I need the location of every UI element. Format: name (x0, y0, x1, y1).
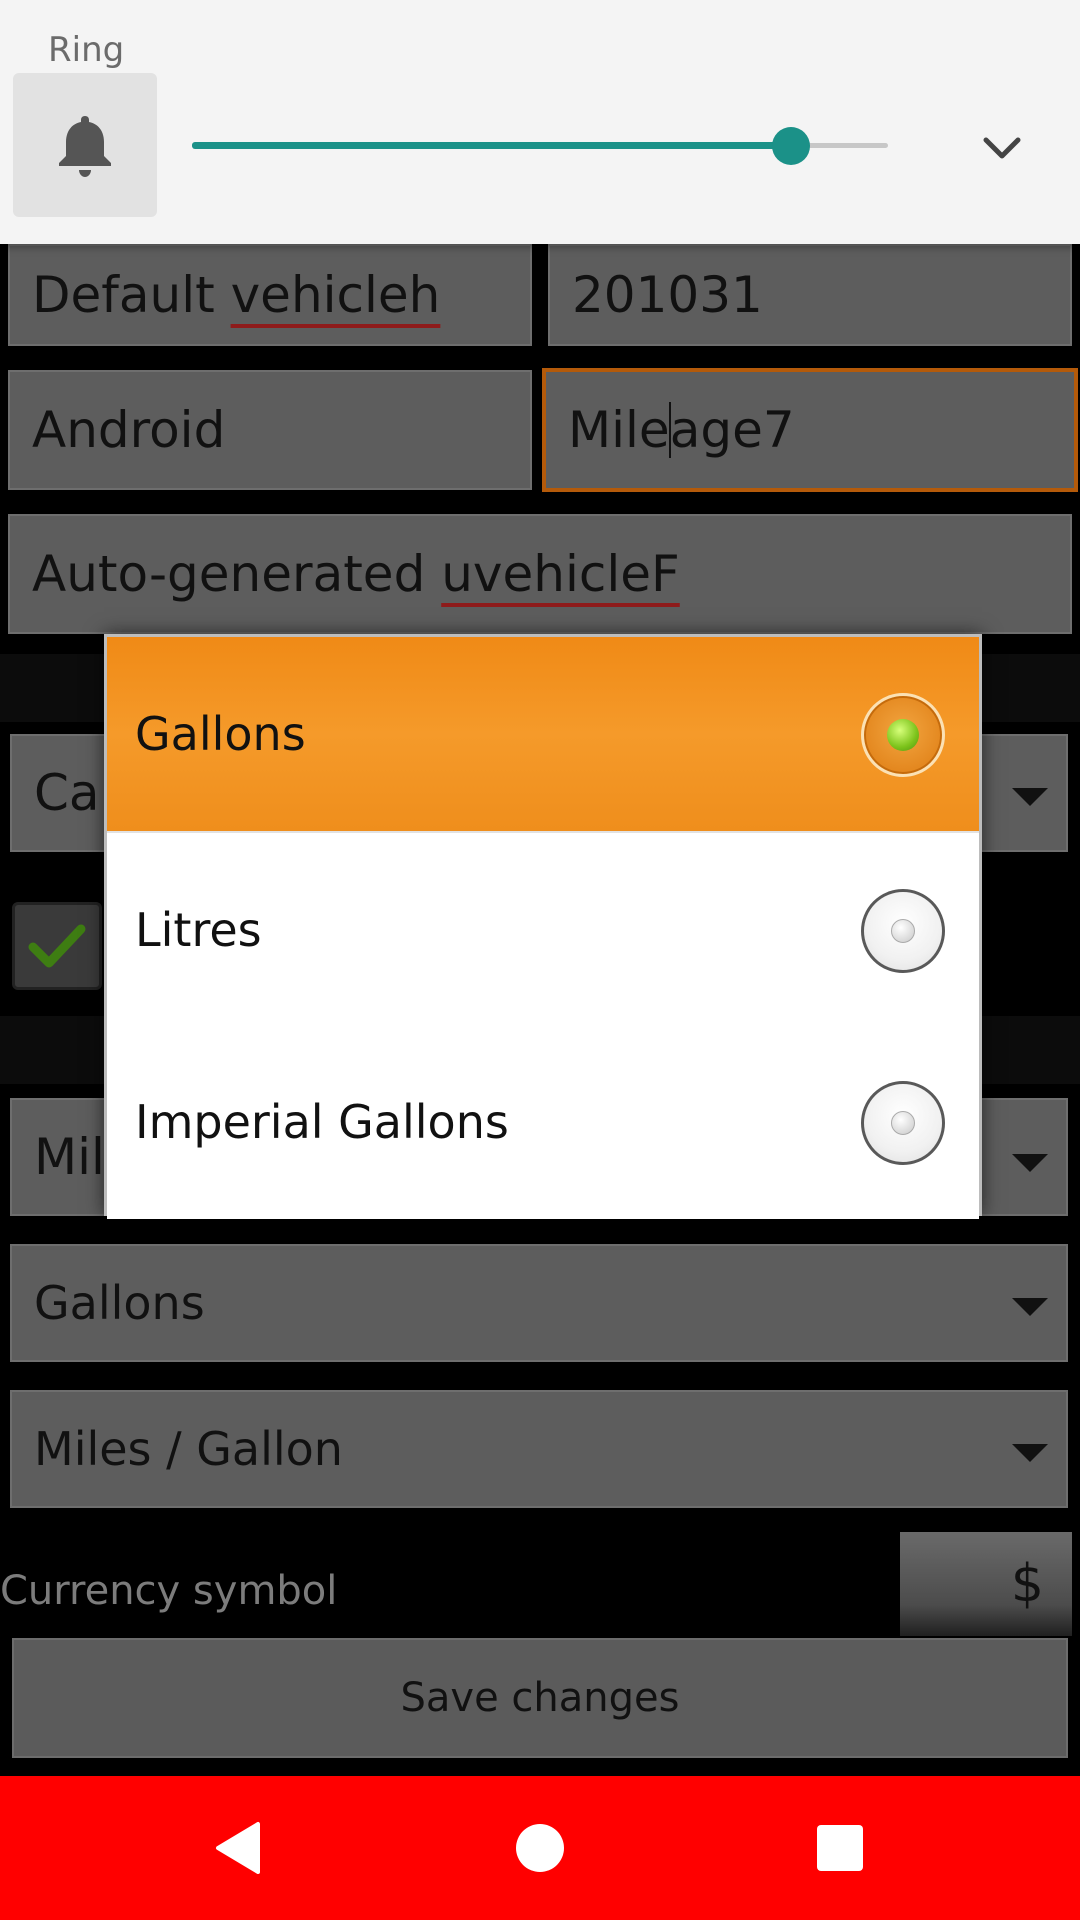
bell-icon (59, 116, 111, 177)
chevron-down-icon[interactable] (980, 128, 1024, 168)
recents-square-icon (817, 1825, 863, 1871)
ring-label: Ring (48, 30, 125, 70)
radio-dot (891, 919, 915, 943)
economy-unit-value: Miles / Gallon (34, 1422, 343, 1476)
make-value: Android (32, 401, 226, 459)
vehicle-name-field[interactable]: Default vehicleh (8, 244, 532, 346)
dropdown-arrow-icon (1012, 1444, 1048, 1462)
radio-dot (891, 1111, 915, 1135)
screen: Default vehicleh 201031 Android Mile age7… (0, 0, 1080, 1920)
option-checkbox[interactable] (12, 902, 102, 990)
recents-button[interactable] (760, 1776, 920, 1920)
navigation-bar (0, 1776, 1080, 1920)
description-field[interactable]: Auto-generated uvehicleF (8, 514, 1072, 634)
save-changes-label: Save changes (400, 1675, 680, 1721)
currency-value: $ (1010, 1554, 1044, 1614)
currency-input[interactable]: $ (900, 1532, 1072, 1636)
dropdown-arrow-icon (1012, 788, 1048, 806)
checkmark-icon (28, 924, 86, 968)
currency-label: Currency symbol (0, 1568, 338, 1614)
description-misspelled: uvehicleF (441, 545, 680, 603)
save-changes-button[interactable]: Save changes (12, 1638, 1068, 1758)
volume-unit-dialog: Gallons Litres Imperial Gallons (104, 634, 982, 1219)
back-button[interactable] (160, 1776, 320, 1920)
radio-unselected[interactable] (861, 889, 945, 973)
dropdown-arrow-icon (1012, 1154, 1048, 1172)
option-litres[interactable]: Litres (107, 833, 979, 1027)
volume-unit-dropdown[interactable]: Gallons (10, 1244, 1068, 1362)
dropdown-arrow-icon (1012, 1298, 1048, 1316)
home-circle-icon (516, 1824, 564, 1872)
description-prefix: Auto-generated (32, 545, 442, 603)
vehicle-code-value: 201031 (572, 266, 763, 324)
radio-dot (887, 719, 919, 751)
volume-slider-thumb[interactable] (771, 127, 810, 165)
model-field[interactable]: Mile age7 (542, 368, 1078, 492)
radio-unselected[interactable] (861, 1081, 945, 1165)
make-field[interactable]: Android (8, 370, 532, 490)
option-label: Imperial Gallons (135, 1095, 509, 1149)
option-imperial-gallons[interactable]: Imperial Gallons (107, 1025, 979, 1219)
volume-track-fill (192, 142, 791, 149)
model-text-after: age7 (669, 401, 795, 459)
back-triangle-icon (216, 1822, 260, 1874)
option-label: Litres (135, 903, 262, 957)
volume-unit-value: Gallons (34, 1276, 205, 1330)
economy-unit-dropdown[interactable]: Miles / Gallon (10, 1390, 1068, 1508)
vehicle-name-misspelled: vehicleh (230, 266, 441, 324)
radio-selected[interactable] (861, 693, 945, 777)
home-button[interactable] (460, 1776, 620, 1920)
ring-mute-button[interactable] (13, 73, 157, 217)
option-label: Gallons (135, 707, 306, 761)
volume-panel: Ring (0, 0, 1080, 244)
option-gallons[interactable]: Gallons (107, 637, 979, 831)
vehicle-code-field[interactable]: 201031 (548, 244, 1072, 346)
model-text-before: Mile (568, 401, 670, 459)
vehicle-name-prefix: Default (32, 266, 231, 324)
